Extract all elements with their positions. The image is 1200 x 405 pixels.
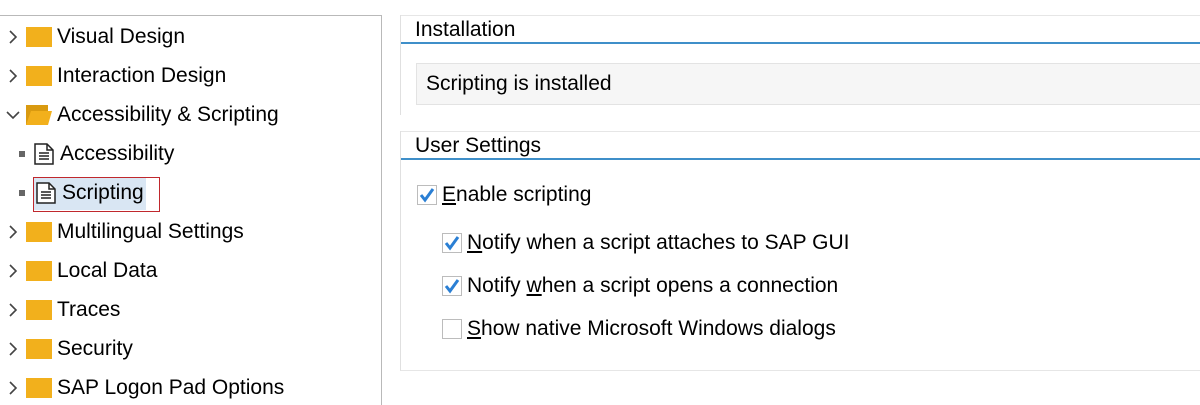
tree-item-scripting[interactable]: Scripting xyxy=(0,176,160,212)
folder-icon xyxy=(26,66,52,86)
folder-icon xyxy=(26,27,52,47)
tree-item-label: Visual Design xyxy=(57,25,186,48)
user-settings-title: User Settings xyxy=(401,131,1200,160)
tree-item-label: Interaction Design xyxy=(57,64,227,87)
notify-attach-checkbox[interactable] xyxy=(442,233,462,253)
tree-item-label: Local Data xyxy=(57,259,158,282)
tree-item-traces[interactable]: Traces xyxy=(0,293,120,327)
native-dialogs-option[interactable]: Show native Microsoft Windows dialogs xyxy=(442,317,836,341)
native-dialogs-label: Show native Microsoft Windows dialogs xyxy=(467,317,836,340)
folder-icon xyxy=(26,378,52,398)
tree-item-interaction-design[interactable]: Interaction Design xyxy=(0,59,226,93)
tree-item-accessibility-scripting[interactable]: Accessibility & Scripting xyxy=(0,98,279,132)
installation-status: Scripting is installed xyxy=(416,63,1200,105)
enable-scripting-checkbox[interactable] xyxy=(417,185,437,205)
options-tree: Visual Design Interaction Design Accessi… xyxy=(0,15,382,405)
chevron-down-icon[interactable] xyxy=(2,104,24,126)
checkmark-icon xyxy=(444,279,460,294)
folder-icon xyxy=(26,339,52,359)
native-dialogs-checkbox[interactable] xyxy=(442,319,462,339)
notify-attach-option[interactable]: Notify when a script attaches to SAP GUI xyxy=(442,231,849,255)
group-top-border xyxy=(401,15,1200,16)
document-icon xyxy=(34,143,54,165)
tree-item-local-data[interactable]: Local Data xyxy=(0,254,157,288)
tree-item-label: Multilingual Settings xyxy=(57,220,244,243)
tree-item-label: Accessibility & Scripting xyxy=(57,103,279,126)
checkmark-icon xyxy=(419,188,435,203)
tree-item-multilingual-settings[interactable]: Multilingual Settings xyxy=(0,215,244,249)
tree-item-security[interactable]: Security xyxy=(0,332,133,366)
notify-attach-label: Notify when a script attaches to SAP GUI xyxy=(467,231,850,254)
notify-open-label: Notify when a script opens a connection xyxy=(467,274,839,297)
folder-icon xyxy=(26,222,52,242)
tree-item-sap-logon-pad-options[interactable]: SAP Logon Pad Options xyxy=(0,371,284,405)
tree-item-label: SAP Logon Pad Options xyxy=(57,376,285,399)
enable-scripting-option[interactable]: Enable scripting xyxy=(417,183,591,207)
tree-item-visual-design[interactable]: Visual Design xyxy=(0,20,185,54)
chevron-right-icon[interactable] xyxy=(2,338,24,360)
chevron-right-icon[interactable] xyxy=(2,65,24,87)
chevron-right-icon[interactable] xyxy=(2,221,24,243)
folder-icon xyxy=(26,300,52,320)
folder-icon xyxy=(26,261,52,281)
tree-item-accessibility[interactable]: Accessibility xyxy=(0,137,174,171)
chevron-right-icon[interactable] xyxy=(2,26,24,48)
chevron-right-icon[interactable] xyxy=(2,377,24,399)
checkmark-icon xyxy=(444,236,460,251)
installation-group: Installation Scripting is installed xyxy=(400,15,1200,115)
selected-item-highlight: Scripting xyxy=(34,176,146,210)
enable-scripting-label: Enable scripting xyxy=(442,183,592,206)
open-folder-icon xyxy=(26,105,52,125)
tree-item-label: Security xyxy=(57,337,133,360)
bullet-icon xyxy=(19,190,25,196)
tree-item-label: Accessibility xyxy=(60,142,175,165)
tree-item-label: Traces xyxy=(57,298,121,321)
group-top-border xyxy=(401,131,1200,132)
user-settings-group: User Settings Enable scripting Notify wh… xyxy=(400,131,1200,371)
bullet-icon xyxy=(19,151,25,157)
installation-title: Installation xyxy=(401,15,1200,44)
tree-item-label: Scripting xyxy=(62,181,144,204)
notify-open-checkbox[interactable] xyxy=(442,276,462,296)
document-icon xyxy=(36,182,56,204)
notify-open-option[interactable]: Notify when a script opens a connection xyxy=(442,274,838,298)
chevron-right-icon[interactable] xyxy=(2,260,24,282)
chevron-right-icon[interactable] xyxy=(2,299,24,321)
